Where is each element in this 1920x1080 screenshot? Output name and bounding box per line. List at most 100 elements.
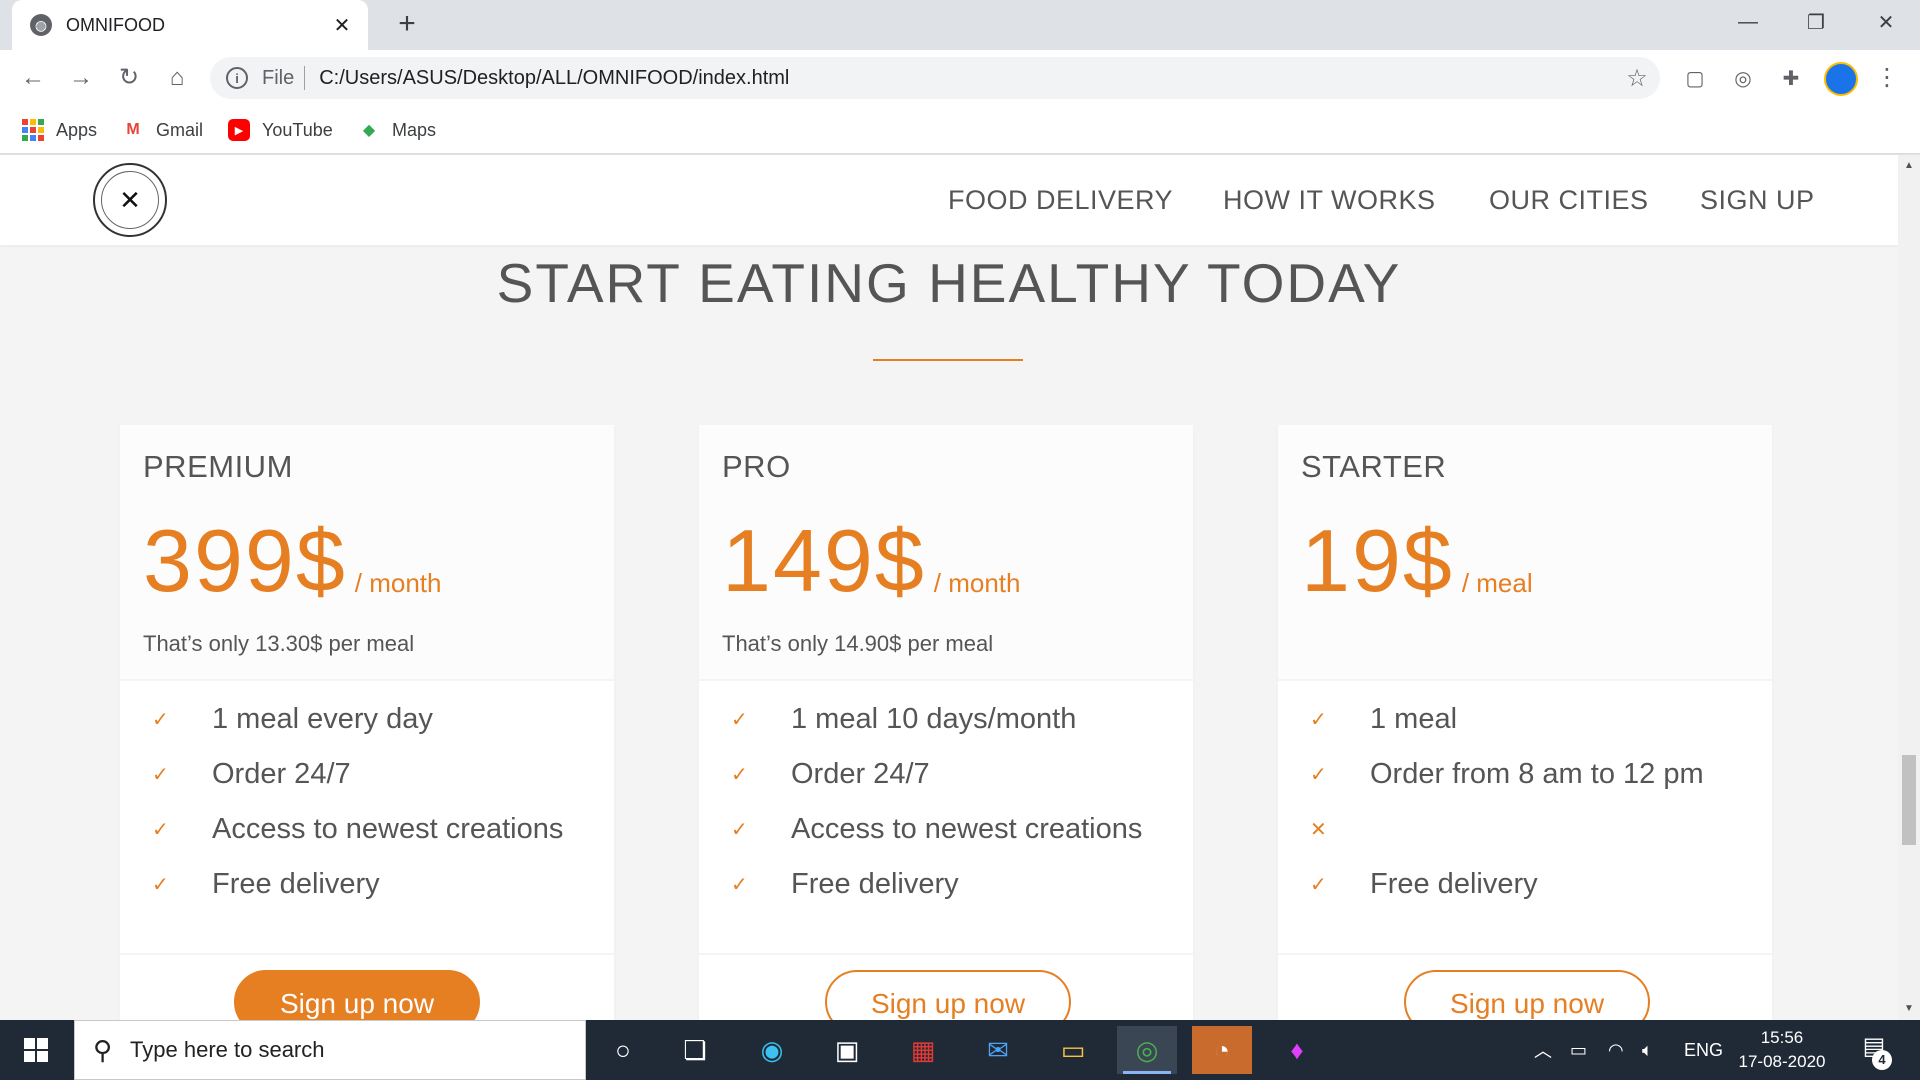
search-icon: ⚲ (93, 1034, 113, 1065)
price-unit: / meal (1461, 568, 1533, 598)
file-explorer-icon[interactable]: ▭ (1043, 1026, 1103, 1074)
cortana-icon[interactable]: ○ (593, 1026, 653, 1074)
plan-header: STARTER 19$ / meal (1278, 425, 1772, 681)
starter-sign-up-button[interactable]: Sign up now (1404, 970, 1650, 1020)
maps-pin-icon: ◆ (362, 122, 376, 139)
windows-taskbar: ⚲ Type here to search ○ ❏ ◉ ▣ ▦ ✉ ▭ ◎ ◔ … (0, 1020, 1920, 1080)
bookmark-gmail[interactable]: M Gmail (122, 116, 203, 144)
bookmarks-bar: Apps M Gmail ▶ YouTube ◆ Maps (0, 106, 1920, 154)
plan-name: PRO (722, 449, 791, 484)
feature-text: Order 24/7 (212, 757, 351, 790)
nav-sign-up[interactable]: SIGN UP (1700, 185, 1815, 216)
price-per-meal-note: That’s only 13.30$ per meal (143, 631, 415, 656)
pro-sign-up-button[interactable]: Sign up now (825, 970, 1071, 1020)
apps-grid-icon (22, 119, 44, 141)
bookmark-label: Apps (56, 119, 98, 140)
edge-icon[interactable]: ◉ (742, 1026, 802, 1074)
feature-item: ✓ Free delivery (699, 864, 1193, 904)
feature-text: Free delivery (791, 867, 959, 900)
plan-price: 399$ / month (143, 517, 441, 605)
url-scheme: File (262, 66, 295, 89)
task-view-icon[interactable]: ❏ (665, 1026, 725, 1074)
kebab-menu-icon[interactable]: ⋮ (1872, 62, 1902, 96)
restore-icon[interactable]: ❐ (1782, 0, 1850, 44)
scroll-down-arrow-icon[interactable]: ▼ (1898, 998, 1920, 1020)
nav-our-cities[interactable]: OUR CITIES (1489, 185, 1649, 216)
bookmark-label: YouTube (262, 119, 333, 140)
close-tab-icon[interactable]: ✕ (330, 13, 354, 38)
premium-sign-up-button[interactable]: Sign up now (234, 970, 480, 1020)
taskbar-search[interactable]: ⚲ Type here to search (74, 1020, 586, 1080)
price-amount: 19$ (1301, 511, 1454, 610)
show-hidden-icons[interactable]: ︿ (1534, 1020, 1552, 1080)
active-app-indicator (1123, 1071, 1171, 1074)
feature-text: Access to newest creations (791, 812, 1143, 845)
mail-icon[interactable]: ✉ (968, 1026, 1028, 1074)
feature-list: ✓ 1 meal every day ✓ Order 24/7 ✓ Access to… (120, 683, 614, 955)
plan-price: 19$ / meal (1301, 517, 1533, 605)
title-underline (873, 359, 1023, 361)
nav-how-it-works[interactable]: HOW IT WORKS (1223, 185, 1436, 216)
omnifood-logo[interactable]: ✕ (93, 163, 167, 237)
window-close-icon[interactable]: ✕ (1852, 0, 1920, 44)
browser-tab[interactable]: ◍ OMNIFOOD ✕ (12, 0, 368, 50)
minimize-icon[interactable]: ― (1714, 0, 1782, 44)
wifi-icon[interactable]: ◠ (1608, 1020, 1624, 1080)
gmail-icon: M (126, 121, 140, 138)
notification-count-badge: 4 (1872, 1050, 1892, 1070)
nav-food-delivery[interactable]: FOOD DELIVERY (948, 185, 1173, 216)
url-text[interactable]: C:/Users/ASUS/Desktop/ALL/OMNIFOOD/index… (319, 67, 1614, 90)
home-icon[interactable]: ⌂ (160, 62, 194, 96)
feature-text: Order from 8 am to 12 pm (1370, 757, 1704, 790)
scroll-up-arrow-icon[interactable]: ▲ (1898, 155, 1920, 177)
puzzle-extensions-icon[interactable]: ✚ (1776, 64, 1806, 94)
check-icon: ✓ (152, 873, 169, 896)
page-scrollbar[interactable]: ▲ ▼ (1898, 155, 1920, 1020)
pinned-app-icon[interactable]: ◔ (1192, 1026, 1252, 1074)
check-icon: ✓ (152, 708, 169, 731)
battery-icon[interactable]: ▭ (1570, 1020, 1587, 1080)
bookmark-youtube[interactable]: ▶ YouTube (228, 116, 333, 144)
feature-list: ✓ 1 meal ✓ Order from 8 am to 12 pm ✕ ✓ Fre… (1278, 683, 1772, 955)
plan-card-pro: PRO 149$ / month That’s only 14.90$ per … (699, 425, 1193, 1020)
pocket-extension-icon[interactable]: ▢ (1680, 64, 1710, 94)
reload-icon[interactable]: ↻ (112, 62, 146, 96)
feature-list: ✓ 1 meal 10 days/month ✓ Order 24/7 ✓ Acces… (699, 683, 1193, 955)
start-button[interactable] (0, 1020, 72, 1080)
taskbar-clock[interactable]: 15:56 17-08-2020 (1722, 1026, 1842, 1074)
info-icon[interactable]: i (226, 67, 248, 89)
volume-icon[interactable]: 🔈︎ (1642, 1020, 1653, 1080)
feature-item: ✓ Free delivery (120, 864, 614, 904)
chrome-icon[interactable]: ◎ (1117, 1026, 1177, 1074)
bookmark-apps[interactable]: Apps (22, 116, 97, 144)
bookmark-star-icon[interactable]: ☆ (1614, 64, 1660, 93)
site-navigation: ✕ FOOD DELIVERY HOW IT WORKS OUR CITIES … (0, 155, 1898, 245)
back-icon[interactable]: ← (16, 62, 50, 96)
windows-logo-icon (24, 1038, 48, 1062)
language-indicator[interactable]: ENG (1684, 1020, 1723, 1080)
feature-text: Access to newest creations (212, 812, 564, 845)
check-icon: ✓ (731, 873, 748, 896)
store-icon[interactable]: ▣ (817, 1026, 877, 1074)
check-icon: ✓ (1310, 708, 1327, 731)
forward-icon[interactable]: → (64, 62, 98, 96)
fork-knife-icon: ✕ (119, 184, 141, 215)
profile-avatar[interactable] (1824, 62, 1858, 96)
feature-text: 1 meal every day (212, 702, 433, 735)
check-icon: ✓ (731, 763, 748, 786)
feature-item: ✓ Order 24/7 (699, 754, 1193, 794)
feature-text: Free delivery (212, 867, 380, 900)
cross-icon: ✕ (1310, 818, 1327, 841)
plan-name: PREMIUM (143, 449, 293, 484)
scroll-thumb[interactable] (1902, 755, 1916, 845)
feature-item: ✓ Order from 8 am to 12 pm (1278, 754, 1772, 794)
feature-item: ✓ Free delivery (1278, 864, 1772, 904)
gift-app-icon[interactable]: ▦ (893, 1026, 953, 1074)
new-tab-button[interactable]: + (390, 8, 424, 42)
reader-extension-icon[interactable]: ◎ (1728, 64, 1758, 94)
check-icon: ✓ (731, 818, 748, 841)
address-bar[interactable]: i File C:/Users/ASUS/Desktop/ALL/OMNIFOO… (210, 57, 1660, 99)
paint-app-icon[interactable]: ♦ (1267, 1026, 1327, 1074)
bookmark-maps[interactable]: ◆ Maps (358, 116, 436, 144)
browser-toolbar: ← → ↻ ⌂ i File C:/Users/ASUS/Desktop/ALL… (0, 50, 1920, 106)
